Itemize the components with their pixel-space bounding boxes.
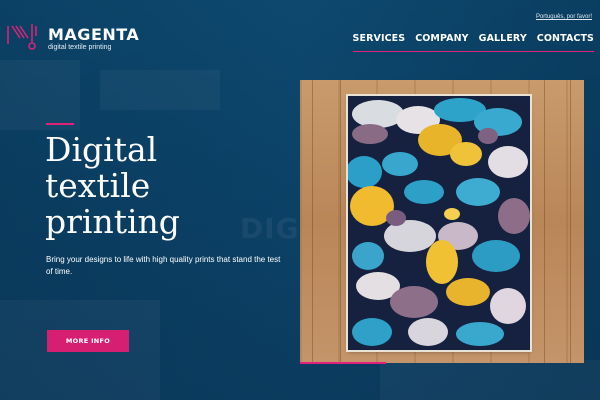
site-header: MAGENTA digital textile printing Portugu… xyxy=(0,0,600,56)
wood-grain-line xyxy=(340,80,341,363)
nav-services[interactable]: SERVICES xyxy=(353,33,406,51)
brand-name[interactable]: MAGENTA xyxy=(48,27,139,43)
wood-grain-line xyxy=(544,80,545,363)
hero-accent-line xyxy=(46,123,74,125)
hero-subtitle: Bring your designs to life with high qua… xyxy=(46,255,281,276)
nav-company[interactable]: COMPANY xyxy=(415,33,468,51)
background-shape xyxy=(100,70,220,110)
background-shape xyxy=(380,360,600,400)
nav-gallery[interactable]: GALLERY xyxy=(479,33,527,51)
language-switch-link[interactable]: Português, por favor! xyxy=(536,14,592,20)
wood-grain-line xyxy=(570,80,571,363)
wood-grain-line xyxy=(312,80,313,363)
main-navigation: SERVICES COMPANY GALLERY CONTACTS xyxy=(352,33,594,52)
magenta-logo-icon[interactable] xyxy=(6,22,40,52)
background-shape xyxy=(0,60,80,130)
printed-textile-canvas xyxy=(346,96,530,350)
hero-product-photo xyxy=(300,80,584,363)
brand-tagline: digital textile printing xyxy=(48,44,112,51)
floral-print-pattern xyxy=(346,96,530,350)
nav-contacts[interactable]: CONTACTS xyxy=(537,33,594,51)
more-info-button[interactable]: MORE INFO xyxy=(47,330,129,352)
photo-accent-line xyxy=(300,362,386,364)
hero-title: Digital textile printing xyxy=(45,130,180,241)
